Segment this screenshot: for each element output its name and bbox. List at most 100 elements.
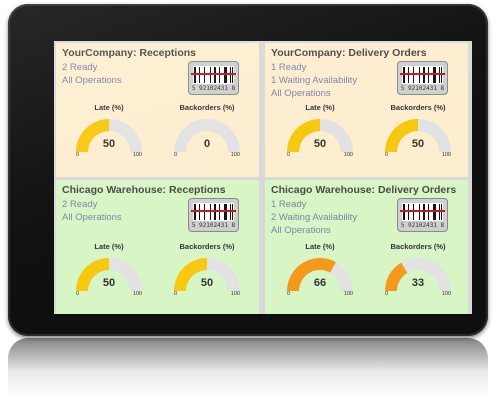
late-gauge: Late (%) 50 0 100: [70, 242, 148, 298]
barcode-stripe: [428, 67, 429, 83]
card-yourcompany-delivery-orders[interactable]: YourCompany: Delivery Orders 1 Ready 1 W…: [265, 43, 468, 177]
barcode-stripe: [230, 204, 231, 220]
backorders-gauge: Backorders (%) 50 0 100: [379, 103, 457, 159]
gauge-label: Late (%): [305, 103, 335, 112]
gauge-label: Backorders (%): [179, 242, 235, 251]
ready-link[interactable]: 2 Ready: [62, 199, 97, 210]
gauge-label: Late (%): [94, 103, 124, 112]
tablet-reflection: [8, 338, 488, 398]
gauge-min: 0: [385, 152, 389, 158]
barcode-scanner-icon[interactable]: 5 92102431 8: [188, 198, 239, 232]
gauge-value: 50: [102, 138, 116, 150]
barcode-stripe: [423, 67, 425, 83]
barcode-number: 5 92102431 8: [400, 222, 445, 229]
ready-link[interactable]: 1 Ready: [271, 199, 306, 210]
barcode-stripe: [230, 67, 231, 83]
barcode-stripe: [210, 204, 211, 220]
barcode-stripe: [214, 67, 216, 83]
barcode-number: 5 92102431 8: [400, 85, 445, 92]
gauge-min: 0: [287, 291, 291, 297]
barcode-stripe: [433, 67, 436, 83]
barcode-stripe: [439, 67, 440, 83]
barcode-stripe: [194, 67, 196, 83]
gauge-value: 50: [313, 138, 327, 150]
gauge-max: 100: [132, 291, 142, 297]
barcode-stripe: [423, 204, 425, 220]
gauge-min: 0: [174, 152, 178, 158]
gauge-value: 50: [200, 277, 214, 289]
barcode-stripe: [419, 204, 420, 220]
barcode-stripe: [204, 67, 205, 83]
barcode-stripe: [413, 204, 414, 220]
barcode-number: 5 92102431 8: [191, 85, 236, 92]
barcode-bars: [193, 203, 234, 221]
barcode-stripe: [232, 67, 233, 83]
dashboard-screen: YourCompany: Receptions 2 Ready All Oper…: [54, 41, 472, 314]
scanner-laser: [191, 73, 236, 75]
barcode-stripe: [433, 204, 436, 220]
barcode-stripe: [214, 204, 216, 220]
gauge-min: 0: [174, 291, 178, 297]
barcode-stripe: [441, 67, 442, 83]
barcode-stripe: [413, 67, 414, 83]
all-operations-link[interactable]: All Operations: [62, 212, 122, 223]
gauge-value: 66: [313, 277, 327, 289]
ready-link[interactable]: 1 Ready: [271, 62, 306, 73]
card-title[interactable]: Chicago Warehouse: Receptions: [62, 184, 226, 196]
barcode-stripe: [232, 204, 233, 220]
barcode-stripe: [441, 204, 442, 220]
gauge-max: 100: [230, 152, 240, 158]
gauge-value: 50: [102, 277, 116, 289]
card-chicago-receptions[interactable]: Chicago Warehouse: Receptions 2 Ready Al…: [56, 180, 259, 314]
all-operations-link[interactable]: All Operations: [271, 225, 331, 236]
barcode-stripe: [403, 67, 405, 83]
gauge-label: Late (%): [305, 242, 335, 251]
gauge-min: 0: [385, 291, 389, 297]
gauge-min: 0: [76, 152, 80, 158]
late-gauge: Late (%) 66 0 100: [281, 242, 359, 298]
gauge-value: 0: [203, 138, 211, 150]
barcode-bars: [402, 203, 443, 221]
barcode-bars: [193, 66, 234, 84]
card-title[interactable]: YourCompany: Delivery Orders: [271, 47, 427, 59]
tablet-frame: YourCompany: Receptions 2 Ready All Oper…: [8, 4, 488, 336]
card-title[interactable]: Chicago Warehouse: Delivery Orders: [271, 184, 456, 196]
gauge-max: 100: [343, 152, 353, 158]
ready-link[interactable]: 2 Ready: [62, 62, 97, 73]
gauge-min: 0: [76, 291, 80, 297]
barcode-stripe: [210, 67, 211, 83]
late-gauge: Late (%) 50 0 100: [70, 103, 148, 159]
barcode-stripe: [204, 204, 205, 220]
gauge-label: Backorders (%): [179, 103, 235, 112]
gauge-max: 100: [343, 291, 353, 297]
scanner-laser: [400, 210, 445, 212]
all-operations-link[interactable]: All Operations: [62, 75, 122, 86]
barcode-number: 5 92102431 8: [191, 222, 236, 229]
barcode-scanner-icon[interactable]: 5 92102431 8: [397, 61, 448, 95]
barcode-stripe: [219, 67, 220, 83]
waiting-availability-link[interactable]: 2 Waiting Availability: [271, 212, 357, 223]
card-title[interactable]: YourCompany: Receptions: [62, 47, 196, 59]
scanner-laser: [191, 210, 236, 212]
barcode-stripe: [403, 204, 405, 220]
gauge-label: Late (%): [94, 242, 124, 251]
gauge-value: 33: [411, 277, 425, 289]
all-operations-link[interactable]: All Operations: [271, 88, 331, 99]
scanner-laser: [400, 73, 445, 75]
backorders-gauge: Backorders (%) 0 0 100: [168, 103, 246, 159]
gauge-value: 50: [411, 138, 425, 150]
card-yourcompany-receptions[interactable]: YourCompany: Receptions 2 Ready All Oper…: [56, 43, 259, 177]
gauge-label: Backorders (%): [390, 242, 446, 251]
barcode-stripe: [419, 67, 420, 83]
gauge-max: 100: [132, 152, 142, 158]
barcode-stripe: [439, 204, 440, 220]
card-chicago-delivery-orders[interactable]: Chicago Warehouse: Delivery Orders 1 Rea…: [265, 180, 468, 314]
barcode-stripe: [219, 204, 220, 220]
backorders-gauge: Backorders (%) 50 0 100: [168, 242, 246, 298]
barcode-scanner-icon[interactable]: 5 92102431 8: [188, 61, 239, 95]
gauge-max: 100: [441, 152, 451, 158]
waiting-availability-link[interactable]: 1 Waiting Availability: [271, 75, 357, 86]
barcode-stripe: [408, 204, 409, 220]
barcode-scanner-icon[interactable]: 5 92102431 8: [397, 198, 448, 232]
barcode-stripe: [199, 204, 200, 220]
